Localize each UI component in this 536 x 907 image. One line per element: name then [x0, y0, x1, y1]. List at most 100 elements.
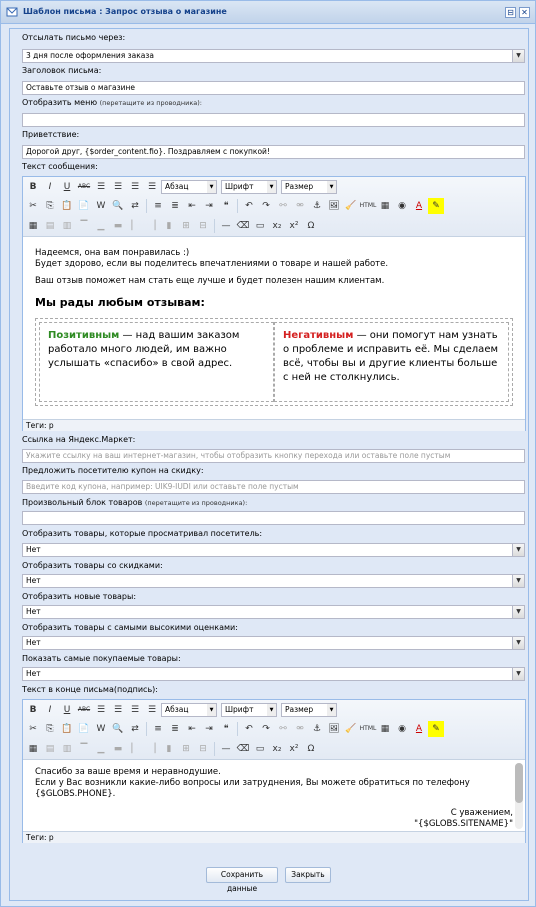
undo-icon[interactable]: ↶ [241, 721, 257, 737]
delete-row-icon[interactable]: ▬ [110, 741, 126, 757]
horizontal-rule-icon[interactable]: — [218, 741, 234, 757]
remove-format-icon[interactable]: ⌫ [235, 741, 251, 757]
subscript-icon[interactable]: x₂ [269, 741, 285, 757]
visual-aid-icon[interactable]: ▭ [252, 741, 268, 757]
merge-cells-icon[interactable]: ⊟ [195, 218, 211, 234]
subject-input[interactable]: Оставьте отзыв о магазине [22, 81, 525, 95]
align-justify-icon[interactable]: ☰ [144, 702, 160, 718]
indent-icon[interactable]: ⇥ [201, 721, 217, 737]
underline-icon[interactable]: U [59, 702, 75, 718]
new-select[interactable]: Нет ▼ [22, 605, 525, 619]
copy-icon[interactable]: ⎘ [42, 721, 58, 737]
align-left-icon[interactable]: ☰ [93, 179, 109, 195]
bullet-list-icon[interactable]: ≡ [150, 721, 166, 737]
unlink-icon[interactable]: ⚮ [292, 721, 308, 737]
greeting-input[interactable]: Дорогой друг, {$order_content.fio}. Позд… [22, 145, 525, 159]
cell-props-icon[interactable]: ▥ [59, 218, 75, 234]
html-icon[interactable]: HTML [360, 721, 377, 737]
col-before-icon[interactable]: ▏ [127, 741, 143, 757]
row-before-icon[interactable]: ▔ [76, 218, 92, 234]
market-input[interactable]: Укажите ссылку на ваш интернет-магазин, … [22, 449, 525, 463]
blockquote-icon[interactable]: ❝ [218, 198, 234, 214]
highlight-icon[interactable]: ✎ [428, 720, 444, 737]
numbered-list-icon[interactable]: ≣ [167, 721, 183, 737]
redo-icon[interactable]: ↷ [258, 721, 274, 737]
size-select[interactable]: Размер ▼ [281, 702, 337, 717]
discount-select[interactable]: Нет ▼ [22, 574, 525, 588]
signature-content[interactable]: Спасибо за ваше время и неравнодушие. Ес… [23, 761, 525, 831]
delete-col-icon[interactable]: ▮ [161, 741, 177, 757]
cell-props-icon[interactable]: ▥ [59, 741, 75, 757]
text-color-icon[interactable]: A [411, 198, 427, 214]
align-right-icon[interactable]: ☰ [127, 179, 143, 195]
bold-icon[interactable]: B [25, 702, 41, 718]
chevron-down-icon[interactable]: ▼ [512, 50, 524, 62]
popular-select[interactable]: Нет ▼ [22, 667, 525, 681]
viewed-select[interactable]: Нет ▼ [22, 543, 525, 557]
insert-date-icon[interactable]: ▦ [377, 198, 393, 214]
close-icon[interactable]: ✕ [519, 7, 530, 18]
chevron-down-icon[interactable]: ▼ [512, 544, 524, 556]
image-icon[interactable]: 🖼 [326, 198, 342, 214]
visual-aid-icon[interactable]: ▭ [252, 218, 268, 234]
cleanup-icon[interactable]: 🧹 [343, 721, 359, 737]
message-editor[interactable]: B I U ABC ☰ ☰ ☰ ☰ Абзац ▼ Шрифт ▼ Размер ▼ … [22, 176, 526, 431]
row-after-icon[interactable]: ▁ [93, 741, 109, 757]
cleanup-icon[interactable]: 🧹 [343, 198, 359, 214]
italic-icon[interactable]: I [42, 702, 58, 718]
format-select[interactable]: Абзац ▼ [161, 179, 217, 194]
bullet-list-icon[interactable]: ≡ [150, 198, 166, 214]
underline-icon[interactable]: U [59, 179, 75, 195]
special-char-icon[interactable]: Ω [303, 741, 319, 757]
format-select[interactable]: Абзац ▼ [161, 702, 217, 717]
align-center-icon[interactable]: ☰ [110, 702, 126, 718]
bold-icon[interactable]: B [25, 179, 41, 195]
paste-icon[interactable]: 📋 [59, 198, 75, 214]
align-center-icon[interactable]: ☰ [110, 179, 126, 195]
align-justify-icon[interactable]: ☰ [144, 179, 160, 195]
unlink-icon[interactable]: ⚮ [292, 198, 308, 214]
numbered-list-icon[interactable]: ≣ [167, 198, 183, 214]
delete-row-icon[interactable]: ▬ [110, 218, 126, 234]
paste-text-icon[interactable]: 📄 [76, 198, 92, 214]
col-before-icon[interactable]: ▏ [127, 218, 143, 234]
replace-icon[interactable]: ⇄ [127, 721, 143, 737]
font-select[interactable]: Шрифт ▼ [221, 179, 277, 194]
superscript-icon[interactable]: x² [286, 218, 302, 234]
highlight-icon[interactable]: ✎ [428, 197, 444, 214]
split-cells-icon[interactable]: ⊞ [178, 741, 194, 757]
superscript-icon[interactable]: x² [286, 741, 302, 757]
cut-icon[interactable]: ✂ [25, 721, 41, 737]
products-dropzone[interactable] [22, 511, 525, 525]
col-after-icon[interactable]: ▕ [144, 218, 160, 234]
rated-select[interactable]: Нет ▼ [22, 636, 525, 650]
strikethrough-icon[interactable]: ABC [76, 179, 92, 195]
paste-word-icon[interactable]: W [93, 198, 109, 214]
paste-text-icon[interactable]: 📄 [76, 721, 92, 737]
size-select[interactable]: Размер ▼ [281, 179, 337, 194]
copy-icon[interactable]: ⎘ [42, 198, 58, 214]
table-icon[interactable]: ▦ [25, 741, 41, 757]
special-char-icon[interactable]: Ω [303, 218, 319, 234]
save-button[interactable]: Сохранить данные [206, 867, 278, 893]
table-icon[interactable]: ▦ [25, 218, 41, 234]
paste-icon[interactable]: 📋 [59, 721, 75, 737]
insert-date-icon[interactable]: ▦ [377, 721, 393, 737]
message-content[interactable]: Надеемся, она вам понравилась :) Будет з… [23, 238, 525, 419]
row-before-icon[interactable]: ▔ [76, 741, 92, 757]
signature-scrollbar[interactable] [515, 763, 523, 829]
undo-icon[interactable]: ↶ [241, 198, 257, 214]
find-icon[interactable]: 🔍 [110, 198, 126, 214]
preview-icon[interactable]: ◉ [394, 198, 410, 214]
remove-format-icon[interactable]: ⌫ [235, 218, 251, 234]
row-after-icon[interactable]: ▁ [93, 218, 109, 234]
font-select[interactable]: Шрифт ▼ [221, 702, 277, 717]
align-right-icon[interactable]: ☰ [127, 702, 143, 718]
chevron-down-icon[interactable]: ▼ [512, 575, 524, 587]
send-via-select[interactable]: 3 дня после оформления заказа ▼ [22, 49, 525, 63]
find-icon[interactable]: 🔍 [110, 721, 126, 737]
replace-icon[interactable]: ⇄ [127, 198, 143, 214]
window-titlebar[interactable]: Шаблон письма : Запрос отзыва о магазине… [1, 1, 535, 24]
delete-col-icon[interactable]: ▮ [161, 218, 177, 234]
italic-icon[interactable]: I [42, 179, 58, 195]
